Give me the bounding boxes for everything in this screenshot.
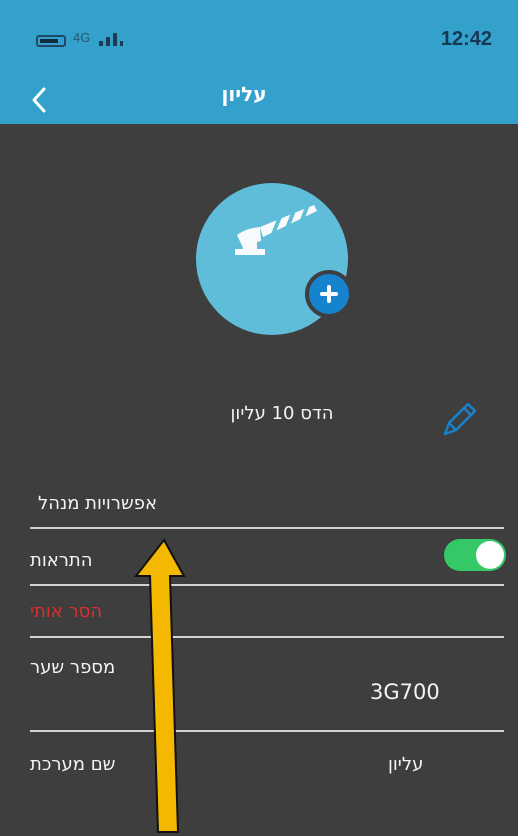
battery-level <box>40 39 58 43</box>
alerts-toggle[interactable] <box>444 539 506 571</box>
barrier-gate-icon <box>235 205 317 255</box>
system-name-label: שם מערכת <box>30 754 116 775</box>
gate-number-divider <box>30 730 504 732</box>
gate-name: הדס 10 עליון <box>230 403 334 424</box>
network-type: 4G <box>73 30 91 45</box>
status-time: 12:42 <box>440 28 492 50</box>
alerts-label: התראות <box>30 550 93 571</box>
gate-number-label: מספר שער <box>30 657 116 678</box>
plus-icon <box>319 284 339 304</box>
phone-screen: 4G 12:42 עליון הדס 10 עליון אפשרויות מנה… <box>0 0 518 836</box>
battery-icon <box>36 35 66 47</box>
top-header: עליון <box>0 80 518 124</box>
chevron-left-icon[interactable] <box>26 84 52 116</box>
remove-me-button[interactable]: הסר אותי <box>30 601 102 622</box>
alerts-divider <box>30 584 504 586</box>
admin-divider <box>30 527 504 529</box>
gate-number-value: 3G700 <box>370 680 440 704</box>
signal-icon <box>99 30 127 46</box>
remove-divider <box>30 636 504 638</box>
status-bar: 4G 12:42 <box>0 0 518 80</box>
toggle-knob <box>476 541 504 569</box>
system-name-value: עליון <box>388 754 424 775</box>
page-title: עליון <box>221 82 267 106</box>
admin-options-label: אפשרויות מנהל <box>38 493 157 514</box>
pencil-icon[interactable] <box>437 399 479 441</box>
add-photo-button[interactable] <box>305 270 353 318</box>
